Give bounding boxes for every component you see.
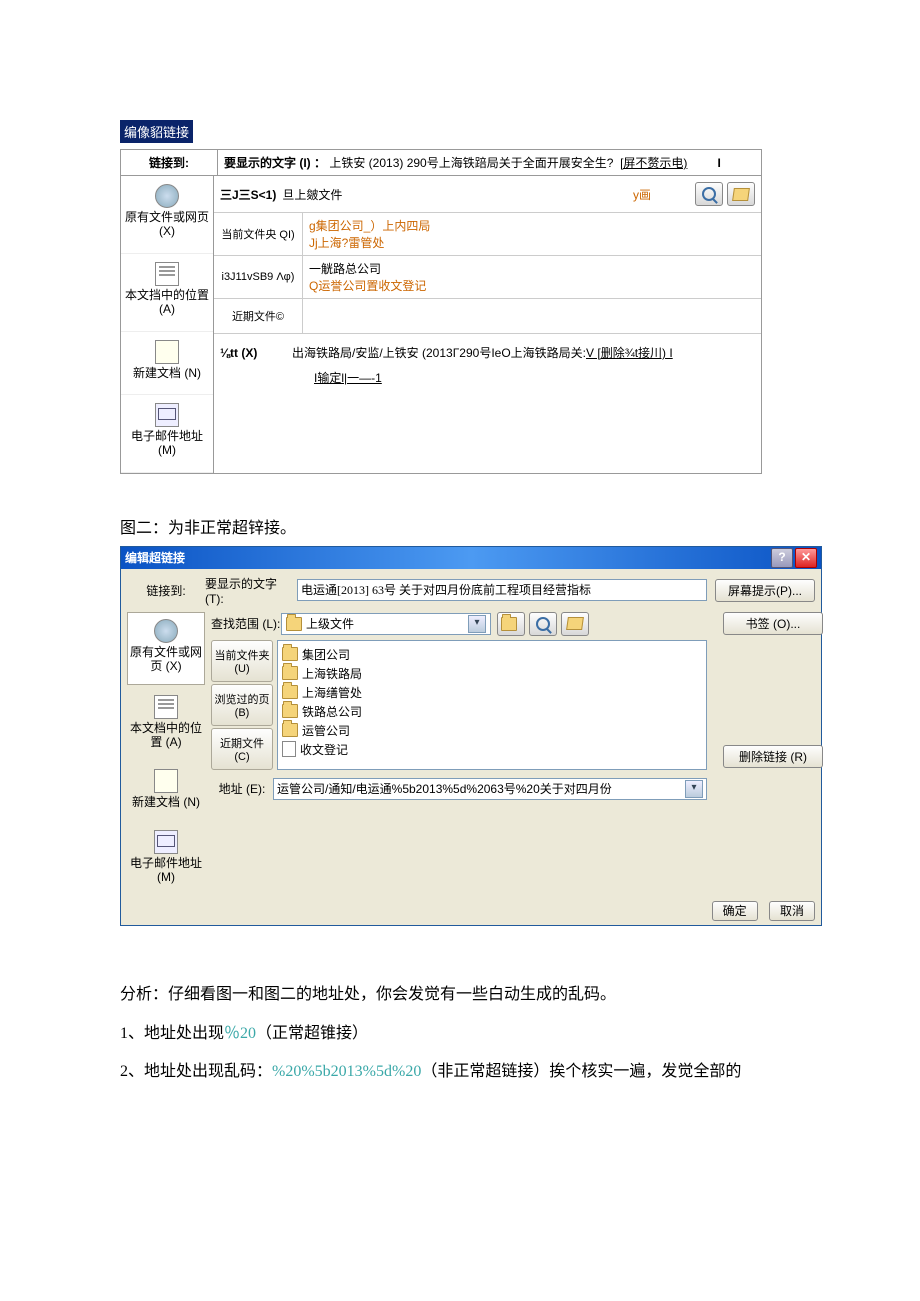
list-item[interactable]: 集团公司 (282, 645, 702, 664)
analysis-paragraph: 分析：仔细看图一和图二的地址处，你会发觉有一些白动生成的乱码。 (120, 976, 800, 1014)
remove-link-button[interactable]: 删除链接 (R) (723, 745, 823, 768)
address-label: ⅛tt (X) (220, 346, 292, 360)
envelope-icon (155, 403, 179, 427)
magnifier-icon (536, 617, 550, 631)
folder-up-icon (501, 617, 517, 631)
display-text-input[interactable]: 电运通[2013] 63号 关于对四月份底前工程项目经营指标 (297, 579, 707, 601)
sidebar-item-place-in-doc[interactable]: 本文挡中的位置 (A) (121, 254, 213, 332)
open-folder-icon (732, 188, 750, 201)
tab-recent-files[interactable]: 近期文件 (C) (211, 728, 273, 770)
list-row-1a: g集团公司_）上内四局 (309, 219, 430, 233)
chevron-down-icon[interactable]: ▾ (468, 615, 486, 633)
list-item[interactable]: 上海铁路局 (282, 664, 702, 683)
address-input[interactable]: 运管公司/通知/电运通%5b2013%5d%2063号%20关于对四月份 ▾ (273, 778, 707, 800)
globe-page-icon (155, 184, 179, 208)
address-value: 运管公司/通知/电运通%5b2013%5d%2063号%20关于对四月份 (277, 780, 612, 797)
close-button[interactable]: ✕ (795, 548, 817, 568)
link-to-label: 链接到: (127, 582, 205, 599)
browse-button[interactable] (727, 182, 755, 206)
address-suffix: V [删除¾t接川) I (586, 346, 673, 360)
look-in-value: 上级文件 (306, 615, 354, 632)
dialog2-titlebar: 编辑超链接 ? ✕ (121, 547, 821, 569)
tab-browsed-pages[interactable]: 浏览过的页 (B) (211, 684, 273, 726)
dialog1-header: 编像貂链接 (120, 120, 193, 143)
bookmark-button[interactable]: 书签 (O)... (723, 612, 823, 635)
look-in-label: 三J三S<1) (220, 186, 276, 203)
figure2-caption: 图二：为非正常超锌接。 (120, 514, 800, 538)
dialog2-title: 编辑超链接 (125, 549, 185, 566)
sidebar-item-new-document[interactable]: 新建文档 (N) (121, 332, 213, 395)
list-item[interactable]: 运管公司 (282, 721, 702, 740)
folder-icon (282, 704, 298, 718)
document-location-icon (155, 262, 179, 286)
look-in-combo[interactable]: 上级文件 ▾ (281, 613, 491, 635)
screen-tip-button[interactable]: 屏幕提示(P)... (715, 579, 815, 602)
point-2: 2、地址处出现乱码：%20%5b2013%5d%20（非正常超链接）挨个核实一遍… (120, 1053, 800, 1091)
magnifier-icon (702, 187, 716, 201)
sidebar-item-new-document[interactable]: 新建文档 (N) (127, 763, 205, 819)
end-i: I (717, 156, 720, 170)
look-in-value: 旦上皴文件 (282, 186, 633, 203)
up-folder-button[interactable] (497, 612, 525, 636)
cancel-button[interactable]: 取消 (769, 901, 815, 921)
list-empty (303, 299, 761, 333)
sidebar-item-place-in-doc[interactable]: 本文档中的位置 (A) (127, 689, 205, 760)
address-label: 地址 (E): (211, 780, 273, 797)
list-item[interactable]: 上海缮管处 (282, 683, 702, 702)
dialog1: 链接到: 要显示的文字 (I) ： 上铁安 (2013) 290号上海铁踣局关于… (120, 149, 762, 474)
point-1: 1、地址处出现％20（正常超锥接） (120, 1015, 800, 1053)
display-text-value: 上铁安 (2013) 290号上海铁踣局关于全面开展安全生? (329, 156, 613, 170)
screen-tip-text: [屏不赘示电) (620, 156, 687, 170)
dialog2-edit-hyperlink: 编辑超链接 ? ✕ 链接到: 要显示的文字 (T): 电运通[2013] 63号… (120, 546, 822, 927)
sidebar-item-email[interactable]: 电子邮件地址 (M) (127, 824, 205, 895)
zoom-button[interactable] (695, 182, 723, 206)
document-icon (282, 741, 296, 757)
ok-text: I输定l|一—-1 (314, 371, 382, 385)
new-document-icon (155, 340, 179, 364)
tab-current-folder[interactable]: 当前文件夹 (U) (211, 640, 273, 682)
tab-browsed-pages[interactable]: i3J11vSB9 Λφ) (214, 256, 303, 298)
file-list[interactable]: 集团公司 上海铁路局 上海缮管处 铁路总公司 运管公司 收文登记 (277, 640, 707, 770)
ok-button[interactable]: 确定 (712, 901, 758, 921)
address-value: 出海铁路局/安监/上铁安 (2013Γ290号IeO上海铁路局关: (292, 346, 586, 360)
folder-icon (282, 685, 298, 699)
look-in-label: 查找范围 (L): (211, 615, 281, 632)
help-button[interactable]: ? (771, 548, 793, 568)
folder-icon (282, 666, 298, 680)
list-row-2b: Q运誉公司置收文登记 (309, 279, 426, 293)
folder-icon (282, 723, 298, 737)
envelope-icon (154, 830, 178, 854)
display-text-label: 要显示的文字 (I) ： (224, 156, 326, 170)
display-text-label: 要显示的文字 (T): (205, 575, 297, 606)
sidebar-item-existing-file[interactable]: 原有文件或网页 (X) (121, 176, 213, 254)
globe-page-icon (154, 619, 178, 643)
new-document-icon (154, 769, 178, 793)
tab-recent-files[interactable]: 近期文件© (214, 299, 303, 333)
document-location-icon (154, 695, 178, 719)
sidebar-item-existing-file[interactable]: 原有文件或网页 (X) (127, 612, 205, 685)
y-label: y画 (633, 186, 651, 203)
list-row-2a: 一觥路总公司 (309, 260, 755, 277)
browse-button[interactable] (561, 612, 589, 636)
zoom-button[interactable] (529, 612, 557, 636)
link-to-label: 链接到: (121, 150, 218, 175)
list-row-1b: Jj上海?雷管处 (309, 236, 384, 250)
chevron-down-icon[interactable]: ▾ (685, 780, 703, 798)
list-item[interactable]: 收文登记 (282, 740, 702, 759)
sidebar-item-email[interactable]: 电子邮件地址 (M) (121, 395, 213, 473)
open-folder-icon (566, 617, 584, 630)
list-item[interactable]: 铁路总公司 (282, 702, 702, 721)
folder-icon (282, 647, 298, 661)
tab-current-folder[interactable]: 当前文件央 QI) (214, 213, 303, 255)
folder-icon (286, 617, 302, 631)
